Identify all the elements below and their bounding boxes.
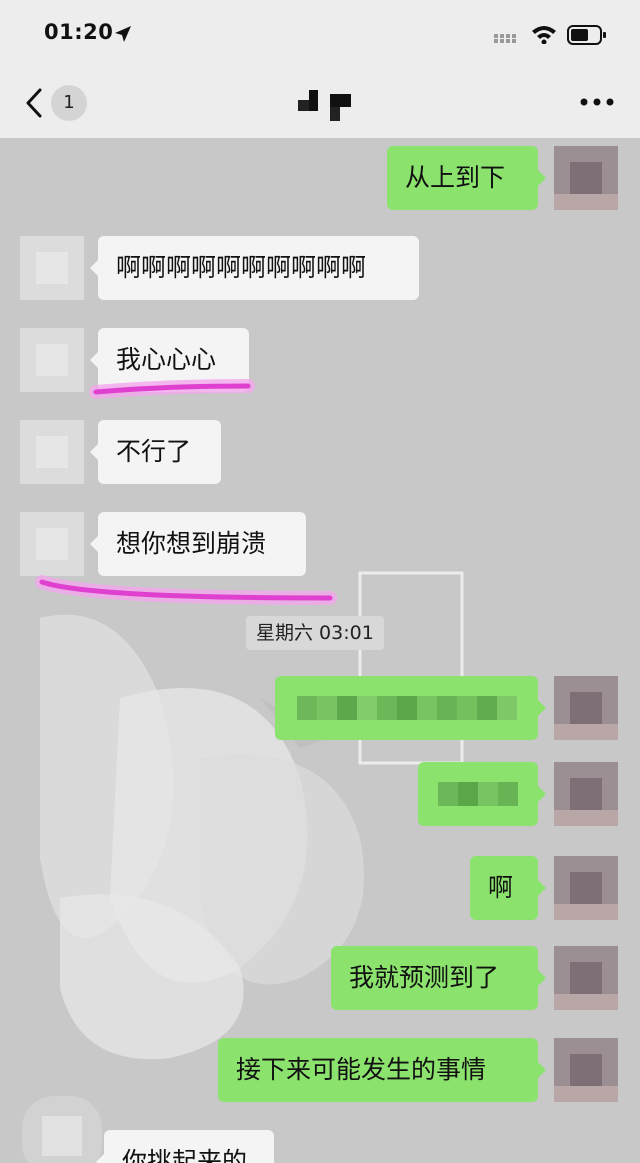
my-avatar[interactable] <box>554 946 618 1010</box>
more-options-icon[interactable] <box>580 98 614 106</box>
contact-avatar[interactable] <box>20 512 84 576</box>
location-arrow-icon <box>115 26 131 42</box>
contact-name-censored <box>298 90 351 121</box>
message-text: 你挑起来的 <box>122 1147 248 1163</box>
status-bar: 01:20 <box>0 0 640 66</box>
my-avatar[interactable] <box>554 146 618 210</box>
pixelated-text <box>438 782 518 806</box>
back-chevron-icon[interactable] <box>24 88 44 118</box>
my-avatar[interactable] <box>554 676 618 740</box>
message-bubble-incoming[interactable]: 你挑起来的 <box>96 1130 274 1163</box>
message-bubble-outgoing[interactable]: 啊 <box>470 856 546 920</box>
contact-avatar[interactable] <box>20 420 84 484</box>
message-text: 我心心心 <box>116 345 217 374</box>
message-bubble-outgoing[interactable]: 从上到下 <box>387 146 546 210</box>
message-bubble-incoming[interactable]: 不行了 <box>90 420 221 484</box>
unread-count-badge[interactable]: 1 <box>51 85 87 121</box>
wifi-icon <box>532 26 556 44</box>
my-avatar[interactable] <box>554 762 618 826</box>
chat-header: 1 <box>0 66 640 138</box>
message-bubble-outgoing[interactable]: 接下来可能发生的事情 <box>218 1038 546 1102</box>
message-text: 接下来可能发生的事情 <box>236 1055 487 1084</box>
message-bubble-incoming[interactable]: 啊啊啊啊啊啊啊啊啊啊 <box>90 236 419 300</box>
message-bubble-outgoing[interactable]: 我就预测到了 <box>331 946 546 1010</box>
status-time: 01:20 <box>44 20 114 44</box>
contact-avatar[interactable] <box>22 1096 102 1163</box>
chat-message-list[interactable]: 从上到下 啊啊啊啊啊啊啊啊啊啊 我心心心 不行了 想你想到崩溃 星期六 03:0… <box>0 138 640 1163</box>
chat-timestamp: 星期六 03:01 <box>246 616 384 650</box>
message-bubble-incoming[interactable]: 想你想到崩溃 <box>90 512 306 576</box>
my-avatar[interactable] <box>554 856 618 920</box>
message-text: 啊啊啊啊啊啊啊啊啊啊 <box>116 253 367 282</box>
pink-highlight-stroke <box>89 379 255 399</box>
message-text: 不行了 <box>116 437 192 466</box>
message-text: 我就预测到了 <box>349 963 500 992</box>
contact-avatar[interactable] <box>20 236 84 300</box>
message-text: 想你想到崩溃 <box>116 529 267 558</box>
pink-highlight-stroke <box>35 575 337 605</box>
message-text: 啊 <box>488 873 514 902</box>
cellular-signal-icon <box>494 34 516 43</box>
message-text: 从上到下 <box>405 163 506 192</box>
contact-avatar[interactable] <box>20 328 84 392</box>
message-bubble-outgoing-censored[interactable] <box>418 762 546 826</box>
my-avatar[interactable] <box>554 1038 618 1102</box>
pixelated-text <box>297 696 517 720</box>
message-bubble-outgoing-censored[interactable] <box>275 676 546 740</box>
battery-icon <box>567 25 606 45</box>
